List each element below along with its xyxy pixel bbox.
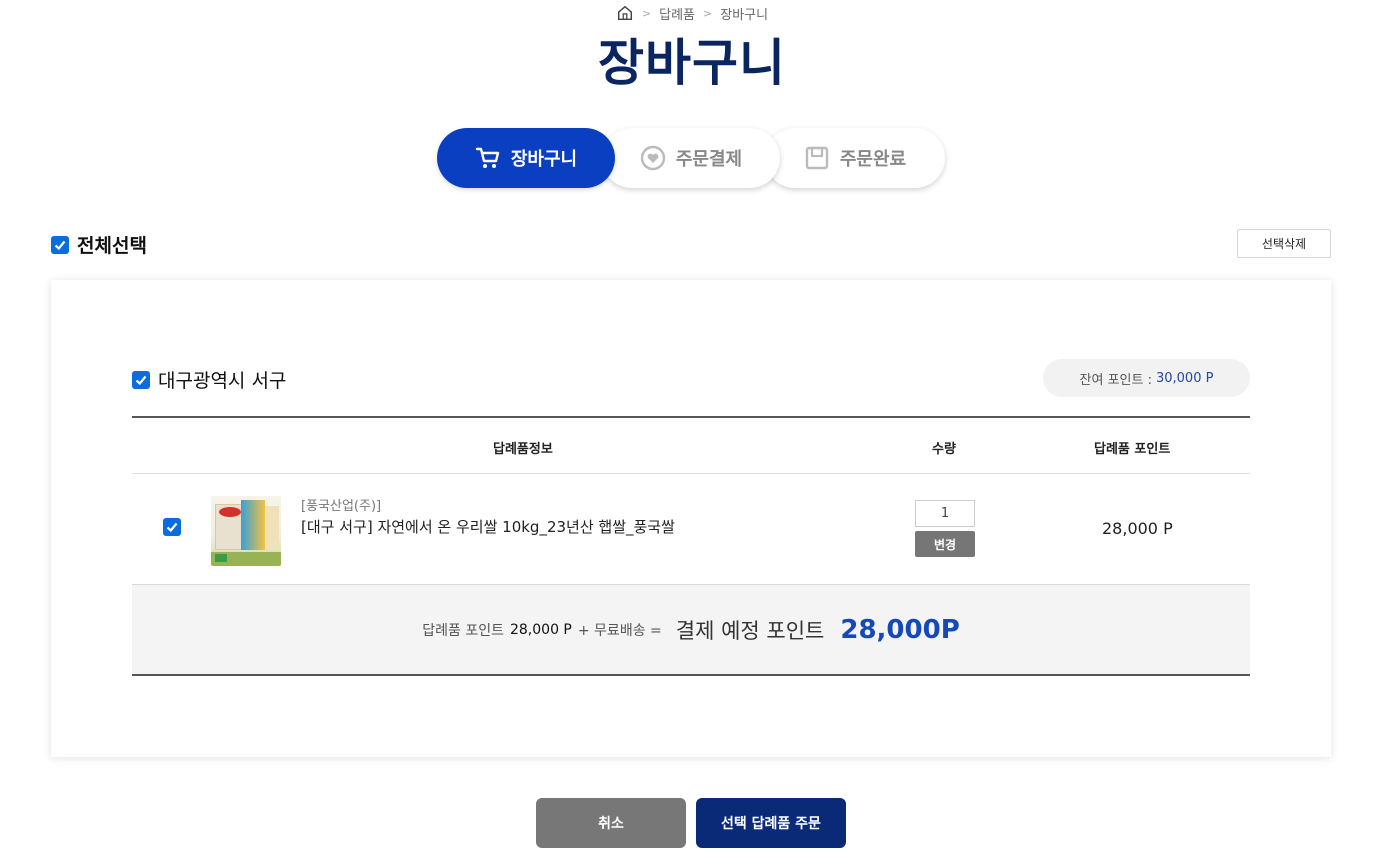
change-quantity-button[interactable]: 변경 [915,531,975,557]
cart-table: 답례품정보 수량 답례품 포인트 [풍국산업(주)] [대구 서구] 자연에서 … [132,416,1250,676]
breadcrumb: > 답례품 > 장바구니 [0,3,1384,23]
region-label[interactable]: 대구광역시 서구 [158,366,286,393]
delete-selected-button[interactable]: 선택삭제 [1237,229,1331,258]
region-group-header: 대구광역시 서구 [132,366,286,393]
checkmark-icon [135,375,147,385]
page-title: 장바구니 [598,34,786,92]
breadcrumb-item-cart[interactable]: 장바구니 [720,4,768,23]
chevron-right-icon: > [703,6,713,20]
quantity-input[interactable]: 1 [915,500,975,527]
select-all-row: 전체선택 [51,231,147,258]
summary-goods-value: 28,000 P [509,621,572,638]
product-thumbnail[interactable] [211,496,281,566]
cart-card: 대구광역시 서구 잔여 포인트 : 30,000 P 답례품정보 수량 답례품 … [51,280,1331,757]
step-complete: 주문완료 [765,128,945,188]
step-payment: 주문결제 [602,128,780,188]
header-info: 답례품정보 [493,442,553,457]
table-header: 답례품정보 수량 답례품 포인트 [132,416,1250,474]
checkmark-icon [54,240,66,250]
step-cart: 장바구니 [437,128,615,188]
summary-total-label: 결제 예정 포인트 [675,618,825,643]
save-box-icon [805,146,829,170]
header-points: 답례품 포인트 [1094,442,1171,457]
header-qty: 수량 [932,442,956,457]
step-cart-label: 장바구니 [510,149,578,170]
cart-icon [475,147,500,168]
chevron-right-icon: > [641,6,652,20]
step-complete-label: 주문완료 [839,149,907,170]
product-seller: [풍국산업(주)] [301,499,382,514]
heart-circle-icon [640,145,666,171]
breadcrumb-item-gifts[interactable]: 답례품 [659,4,695,23]
table-row: [풍국산업(주)] [대구 서구] 자연에서 온 우리쌀 10kg_23년산 햅… [132,474,1250,585]
select-all-label[interactable]: 전체선택 [77,231,147,258]
checkmark-icon [166,522,178,533]
remaining-points-label: 잔여 포인트 : [1079,372,1152,388]
product-name[interactable]: [대구 서구] 자연에서 온 우리쌀 10kg_23년산 햅쌀_풍국쌀 [301,516,675,537]
cancel-button[interactable]: 취소 [536,798,686,848]
region-checkbox[interactable] [132,370,150,389]
order-steps: 장바구니 주문결제 주문완료 [437,128,947,188]
item-checkbox[interactable] [163,518,181,536]
step-payment-label: 주문결제 [675,149,743,170]
order-selected-button[interactable]: 선택 답례품 주문 [696,798,846,848]
summary-shipping: + 무료배송 = [577,622,662,639]
summary-total-value: 28,000P [840,614,960,645]
remaining-points-badge: 잔여 포인트 : 30,000 P [1043,359,1250,397]
select-all-checkbox[interactable] [51,235,69,254]
home-icon[interactable] [616,4,634,22]
item-points: 28,000 P [1102,519,1173,538]
remaining-points-value: 30,000 P [1155,370,1214,386]
order-summary: 답례품 포인트 28,000 P + 무료배송 = 결제 예정 포인트 28,0… [132,585,1250,676]
summary-goods-label: 답례품 포인트 [422,622,504,639]
